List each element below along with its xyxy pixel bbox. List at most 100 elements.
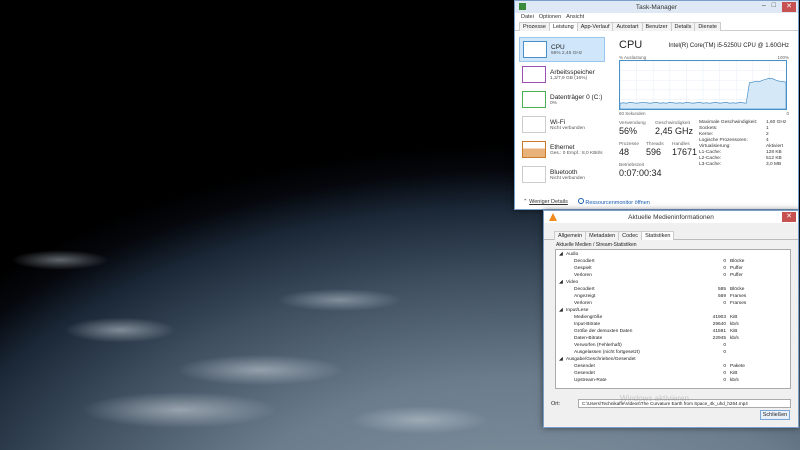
- stat-label: Gesendet: [574, 364, 595, 369]
- processes-value: 48: [619, 147, 630, 157]
- stat-label: Daten-Bitrate: [574, 336, 603, 341]
- tab-app-history[interactable]: App-Verlauf: [576, 22, 614, 31]
- usage-value: 56%: [619, 126, 638, 136]
- graph-time-label: 60 Sekunden: [619, 111, 646, 116]
- spec-label: Kerne:: [699, 132, 714, 137]
- tab-services[interactable]: Dienste: [694, 22, 721, 31]
- tree-group-row[interactable]: ◢ Input/Lese: [556, 308, 790, 315]
- sidebar-item-ethernet[interactable]: Ethernet Ges.: 0 Empf.: 8,0 KBit/s: [519, 137, 605, 162]
- stats-section-header: Aktuelle Medien / Stream-Statistiken: [556, 242, 637, 248]
- stat-unit: kb/s: [730, 336, 739, 341]
- resource-monitor-link[interactable]: Ressourcenmonitor öffnen: [577, 198, 650, 206]
- stat-unit: Blöcke: [730, 259, 745, 264]
- tree-stat-row: Upstream-Rate 0 kb/s: [556, 378, 790, 385]
- sidebar-item-label: Datenträger 0 (C:): [550, 93, 603, 101]
- sidebar-item-sub: Nicht verbunden: [550, 125, 585, 131]
- bluetooth-thumb-graph: [522, 166, 546, 183]
- stat-processes: Prozesse 48: [619, 142, 639, 157]
- resource-monitor-label: Ressourcenmonitor öffnen: [585, 200, 650, 206]
- stat-label: Audio: [566, 252, 579, 257]
- tab-performance[interactable]: Leistung: [548, 22, 578, 31]
- stat-label: Angezeigt: [574, 294, 596, 299]
- stat-threads: Threads 596: [646, 142, 664, 157]
- stat-label: Größe der demuxten Daten: [574, 329, 633, 334]
- cpu-specs-table: Maximale Geschwindigkeit: 1,60 GHz Socket…: [699, 120, 789, 168]
- tab-details[interactable]: Details: [670, 22, 696, 31]
- stat-value: 0: [723, 259, 726, 264]
- close-button[interactable]: Schließen: [760, 410, 790, 420]
- spec-value: 2: [766, 132, 769, 137]
- expand-arrow-icon[interactable]: ◢: [559, 280, 563, 285]
- tab-general[interactable]: Allgemein: [554, 231, 587, 240]
- sidebar-item-memory[interactable]: Arbeitsspeicher 1,3/7,9 GB (16%): [519, 62, 605, 87]
- stat-value: 29640: [712, 322, 726, 327]
- expand-arrow-icon[interactable]: ◢: [559, 308, 563, 313]
- activation-watermark: Windows aktivieren: [620, 394, 689, 403]
- task-manager-footer: ⌃ Weniger Details Ressourcenmonitor öffn…: [523, 198, 650, 206]
- tree-group-row[interactable]: ◢ Video: [556, 280, 790, 287]
- stat-unit: KiB: [730, 371, 738, 376]
- tree-stat-row: Daten-Bitrate 22945 kb/s: [556, 336, 790, 343]
- stat-unit: Puffer: [730, 266, 743, 271]
- graph-zero-label: 0: [786, 111, 789, 116]
- menu-options[interactable]: Optionen: [539, 14, 561, 21]
- wifi-thumb-graph: [522, 116, 546, 133]
- stat-label: Gespielt: [574, 266, 592, 271]
- sidebar-item-label: Ethernet: [550, 143, 575, 151]
- tree-stat-row: Input-Bitrate 29640 kb/s: [556, 322, 790, 329]
- window-title: Task-Manager: [635, 3, 678, 11]
- menu-view[interactable]: Ansicht: [566, 14, 584, 21]
- media-window-title: Aktuelle Medieninformationen: [628, 213, 714, 221]
- expand-arrow-icon[interactable]: ◢: [559, 357, 563, 362]
- stat-unit: kb/s: [730, 322, 739, 327]
- chevron-up-icon: ⌃: [523, 199, 528, 205]
- fewer-details-link[interactable]: ⌃ Weniger Details: [523, 199, 568, 205]
- tab-codec[interactable]: Codec: [618, 231, 643, 240]
- spec-value: 512 KB: [766, 156, 782, 161]
- stat-label: Gesendet: [574, 371, 595, 376]
- tab-startup[interactable]: Autostart: [612, 22, 643, 31]
- tree-stat-row: Gesendet 0 KiB: [556, 371, 790, 378]
- tree-stat-row: Größe der demuxten Daten 41591 KiB: [556, 329, 790, 336]
- resource-sidebar: CPU 56% 2,45 GHz Arbeitsspeicher 1,3/7,9 G…: [519, 37, 605, 187]
- sidebar-item-sub: Ges.: 0 Empf.: 8,0 KBit/s: [550, 150, 603, 156]
- ort-label: Ort:: [551, 401, 561, 407]
- expand-arrow-icon[interactable]: ◢: [559, 252, 563, 257]
- spec-value: 1,60 GHz: [766, 120, 787, 125]
- handles-value: 17671: [672, 147, 698, 157]
- stat-unit: Frames: [730, 301, 747, 306]
- speed-value: 2,45 GHz: [655, 126, 694, 136]
- fewer-details-label: Weniger Details: [529, 199, 568, 205]
- cpu-detail-panel: CPU Intel(R) Core(TM) i5-5250U CPU @ 1.6…: [619, 39, 789, 178]
- spec-label: Logische Prozessoren:: [699, 138, 748, 143]
- tab-metadata[interactable]: Metadaten: [585, 231, 620, 240]
- sidebar-item-label: Wi-Fi: [550, 118, 566, 126]
- sidebar-item-bluetooth[interactable]: Bluetooth Nicht verbunden: [519, 162, 605, 187]
- stat-value: 0: [723, 343, 726, 348]
- stat-label: Upstream-Rate: [574, 378, 607, 383]
- media-close-icon[interactable]: ✕: [782, 212, 796, 222]
- sidebar-item-wifi[interactable]: Wi-Fi Nicht verbunden: [519, 112, 605, 137]
- tree-group-row[interactable]: ◢ Ausgabe/Geschrieben/Gesendet: [556, 357, 790, 364]
- spec-value: 4: [766, 138, 769, 143]
- tab-users[interactable]: Benutzer: [641, 22, 672, 31]
- close-icon[interactable]: ✕: [782, 2, 796, 12]
- stat-value: 0: [723, 378, 726, 383]
- tree-group-row[interactable]: ◢ Audio: [556, 252, 790, 259]
- stat-value: 41591: [712, 329, 726, 334]
- stat-value: 569: [717, 294, 726, 299]
- sidebar-item-cpu[interactable]: CPU 56% 2,45 GHz: [519, 37, 605, 62]
- maximize-icon[interactable]: □: [772, 2, 776, 12]
- tree-stat-row: Verloren 0 Frames: [556, 301, 790, 308]
- tab-processes[interactable]: Prozesse: [519, 22, 550, 31]
- tab-bar: Prozesse Leistung App-Verlauf Autostart …: [515, 22, 798, 31]
- media-titlebar: Aktuelle Medieninformationen ✕: [544, 211, 798, 223]
- stat-unit: Frames: [730, 294, 747, 299]
- stat-label: Verloren: [574, 301, 592, 306]
- sidebar-item-label: Arbeitsspeicher: [550, 68, 595, 76]
- menu-file[interactable]: Datei: [521, 14, 534, 21]
- minimize-icon[interactable]: –: [762, 2, 766, 12]
- sidebar-item-sub: 0%: [550, 100, 557, 106]
- tab-statistics[interactable]: Statistiken: [641, 231, 675, 240]
- sidebar-item-disk[interactable]: Datenträger 0 (C:) 0%: [519, 87, 605, 112]
